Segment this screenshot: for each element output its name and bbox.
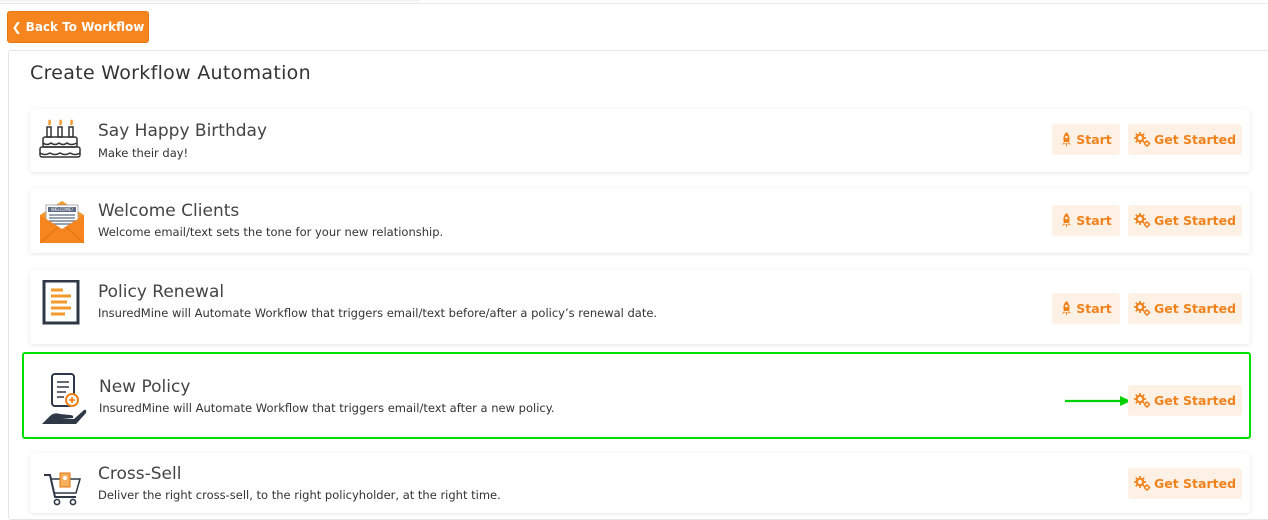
svg-text:WELCOME!: WELCOME! — [51, 207, 73, 212]
back-to-workflow-button[interactable]: ❮ Back To Workflow — [7, 11, 149, 43]
back-button-label: Back To Workflow — [25, 20, 145, 34]
rocket-icon — [1062, 301, 1072, 316]
start-button-label: Start — [1076, 132, 1112, 147]
card-title: Policy Renewal — [98, 282, 225, 302]
card-description: InsuredMine will Automate Workflow that … — [98, 306, 658, 320]
get-started-label: Get Started — [1153, 476, 1237, 491]
get-started-button[interactable]: Get Started — [1128, 468, 1242, 499]
birthday-cake-icon — [38, 117, 86, 165]
card-title: Say Happy Birthday — [98, 121, 268, 141]
workflow-card-new-policy: New Policy InsuredMine will Automate Wor… — [22, 352, 1251, 439]
get-started-button[interactable]: Get Started — [1128, 385, 1242, 416]
top-divider — [0, 3, 1268, 4]
workflow-card-birthday: Say Happy Birthday Make their day! Start… — [30, 109, 1250, 172]
welcome-envelope-icon: WELCOME! — [38, 197, 86, 245]
start-button[interactable]: Start — [1052, 205, 1120, 236]
get-started-label: Get Started — [1153, 213, 1237, 228]
get-started-button[interactable]: Get Started — [1128, 205, 1242, 236]
card-description: Deliver the right cross-sell, to the rig… — [98, 488, 501, 502]
rocket-icon — [1062, 132, 1072, 147]
page-title: Create Workflow Automation — [30, 62, 311, 84]
workflow-card-cross-sell: Cross-Sell Deliver the right cross-sell,… — [30, 453, 1250, 513]
shopping-cart-icon — [38, 469, 86, 517]
new-policy-hand-icon — [40, 372, 88, 424]
card-description: InsuredMine will Automate Workflow that … — [99, 401, 555, 415]
card-title: Welcome Clients — [98, 201, 240, 221]
start-button-label: Start — [1076, 301, 1112, 316]
gears-icon — [1133, 301, 1151, 316]
get-started-label: Get Started — [1153, 393, 1237, 408]
chevron-left-icon: ❮ — [11, 20, 22, 34]
get-started-button[interactable]: Get Started — [1128, 293, 1242, 324]
start-button-label: Start — [1076, 213, 1112, 228]
workflow-card-policy-renewal: Policy Renewal InsuredMine will Automate… — [30, 270, 1250, 344]
get-started-label: Get Started — [1153, 301, 1237, 316]
rocket-icon — [1062, 213, 1072, 228]
workflow-card-welcome: WELCOME! Welcome Clients Welcome email/t… — [30, 188, 1250, 253]
card-title: New Policy — [99, 377, 191, 397]
gears-icon — [1133, 393, 1151, 408]
card-title: Cross-Sell — [98, 464, 182, 484]
policy-document-icon — [38, 279, 86, 328]
get-started-button[interactable]: Get Started — [1128, 124, 1242, 155]
get-started-label: Get Started — [1153, 132, 1237, 147]
gears-icon — [1133, 476, 1151, 491]
highlight-arrow-icon — [1065, 396, 1131, 406]
start-button[interactable]: Start — [1052, 293, 1120, 324]
start-button[interactable]: Start — [1052, 124, 1120, 155]
gears-icon — [1133, 132, 1151, 147]
gears-icon — [1133, 213, 1151, 228]
card-description: Welcome email/text sets the tone for you… — [98, 225, 444, 239]
card-description: Make their day! — [98, 146, 189, 160]
